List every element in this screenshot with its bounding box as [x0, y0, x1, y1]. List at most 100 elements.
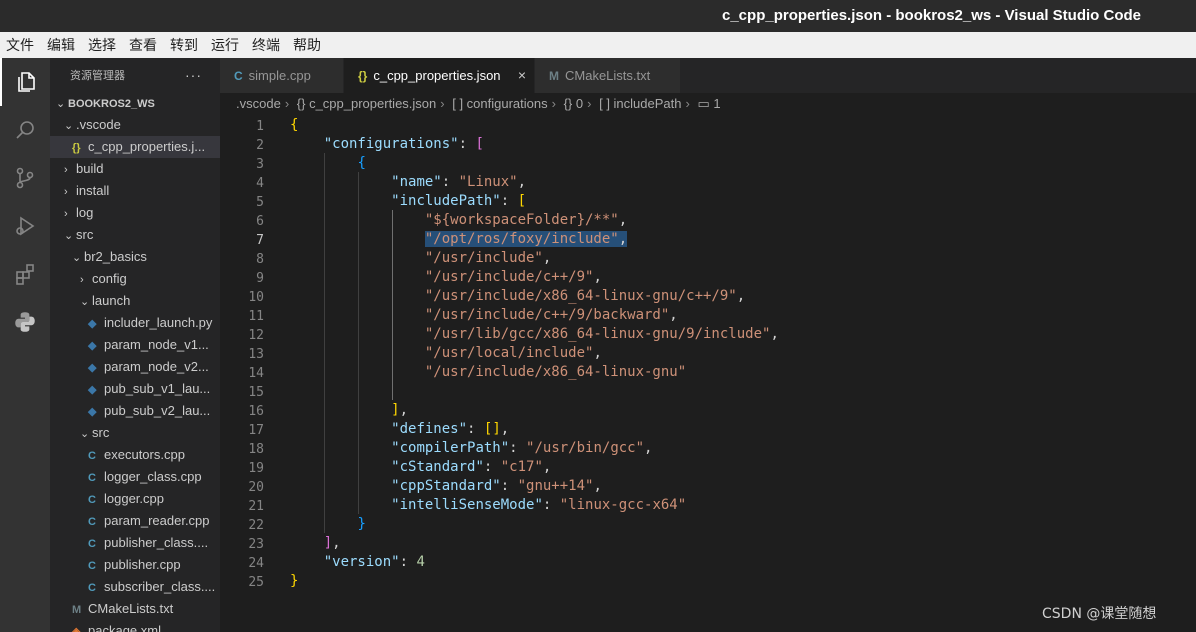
menu-view[interactable]: 查看 [129, 35, 157, 55]
code-line[interactable]: "/usr/include/c++/9/backward", [290, 306, 678, 325]
tree-folder[interactable]: ⌄ src [50, 422, 220, 444]
tab-simple-cpp[interactable]: Csimple.cpp [220, 58, 344, 93]
code-line[interactable]: "/usr/include", [290, 249, 551, 268]
breadcrumb-item[interactable]: [ ] includePath [599, 96, 681, 111]
line-number: 20 [248, 480, 264, 495]
tree-file[interactable]: Cpublisher.cpp [50, 554, 220, 576]
files-icon[interactable] [0, 58, 50, 106]
code-line[interactable]: } [290, 515, 365, 534]
code-line[interactable]: "/usr/lib/gcc/x86_64-linux-gnu/9/include… [290, 325, 779, 344]
line-number: 23 [248, 537, 264, 552]
tree-file[interactable]: ◈ package.xml [50, 620, 220, 632]
cmake-file-icon: M [549, 69, 559, 83]
source-control-icon[interactable] [0, 154, 50, 202]
tree-folder[interactable]: › config [50, 268, 220, 290]
code-line[interactable]: "/usr/local/include", [290, 344, 602, 363]
line-number: 5 [256, 195, 264, 210]
tree-file[interactable]: Clogger_class.cpp [50, 466, 220, 488]
line-number: 7 [256, 233, 264, 248]
tree-file[interactable]: M CMakeLists.txt [50, 598, 220, 620]
code-line[interactable]: "name": "Linux", [290, 173, 526, 192]
tree-item-label: .vscode [76, 117, 121, 132]
tab-cmakelists[interactable]: M CMakeLists.txt [535, 58, 681, 93]
breadcrumb: .vscode › {} c_cpp_properties.json › [ ] c… [236, 96, 721, 111]
py-file-icon: ◆ [88, 318, 97, 330]
tree-item-label: pub_sub_v1_lau... [104, 381, 211, 396]
tree-folder[interactable]: › log [50, 202, 220, 224]
run-debug-icon[interactable] [0, 202, 50, 250]
code-line[interactable]: ], [290, 401, 408, 420]
breadcrumb-item[interactable]: [ ] configurations [452, 96, 547, 111]
chevron-right-icon: › [64, 164, 68, 176]
code-line[interactable]: "configurations": [ [290, 135, 484, 154]
tree-file[interactable]: Cparam_reader.cpp [50, 510, 220, 532]
xml-file-icon: ◈ [72, 626, 81, 632]
menu-file[interactable]: 文件 [6, 35, 34, 55]
python-icon[interactable] [0, 298, 50, 346]
tree-file[interactable]: ◆ param_node_v2... [50, 356, 220, 378]
tree-folder[interactable]: ⌄ .vscode [50, 114, 220, 136]
tree-item-label: includer_launch.py [104, 315, 213, 330]
code-line[interactable]: "/usr/include/c++/9", [290, 268, 602, 287]
code-line[interactable]: "cppStandard": "gnu++14", [290, 477, 602, 496]
code-line[interactable]: "/usr/include/x86_64-linux-gnu/c++/9", [290, 287, 745, 306]
tab-c-cpp-properties[interactable]: {} c_cpp_properties.json × [344, 58, 535, 93]
tree-file[interactable]: Cpublisher_class.... [50, 532, 220, 554]
more-actions-icon[interactable]: ··· [185, 67, 202, 83]
tree-file[interactable]: Csubscriber_class.... [50, 576, 220, 598]
breadcrumb-item[interactable]: {} 0 [564, 96, 584, 111]
menu-selection[interactable]: 选择 [88, 35, 116, 55]
tree-file[interactable]: ◆ pub_sub_v1_lau... [50, 378, 220, 400]
extensions-icon[interactable] [0, 250, 50, 298]
breadcrumb-item[interactable]: ▭ 1 [697, 96, 720, 111]
code-line[interactable]: "version": 4 [290, 553, 425, 572]
menu-edit[interactable]: 编辑 [47, 35, 75, 55]
line-number: 10 [248, 290, 264, 305]
breadcrumb-item[interactable]: {} c_cpp_properties.json [297, 96, 436, 111]
code-line[interactable]: "compilerPath": "/usr/bin/gcc", [290, 439, 652, 458]
code-line[interactable]: { [290, 116, 298, 135]
menu-go[interactable]: 转到 [170, 35, 198, 55]
tree-file[interactable]: {} c_cpp_properties.j... [50, 136, 220, 158]
code-line[interactable]: ], [290, 534, 341, 553]
menu-help[interactable]: 帮助 [293, 35, 321, 55]
py-file-icon: ◆ [88, 406, 97, 418]
code-line[interactable]: "/usr/include/x86_64-linux-gnu" [290, 363, 686, 382]
tree-folder[interactable]: ⌄ launch [50, 290, 220, 312]
tree-item-label: build [76, 161, 104, 176]
workspace-root[interactable]: ⌄ BOOKROS2_WS [50, 92, 220, 114]
tree-folder[interactable]: ⌄ br2_basics [50, 246, 220, 268]
chevron-down-icon: ⌄ [64, 120, 74, 132]
code-line[interactable]: "defines": [], [290, 420, 509, 439]
tree-file[interactable]: Clogger.cpp [50, 488, 220, 510]
code-line[interactable]: { [290, 154, 365, 173]
tree-file[interactable]: Cexecutors.cpp [50, 444, 220, 466]
code-line[interactable]: "${workspaceFolder}/**", [290, 211, 627, 230]
tree-item-label: logger.cpp [104, 491, 164, 506]
code-line[interactable]: } [290, 572, 298, 591]
line-number: 25 [248, 575, 264, 590]
search-icon[interactable] [0, 106, 50, 154]
tree-file[interactable]: ◆ param_node_v1... [50, 334, 220, 356]
py-file-icon: ◆ [88, 340, 97, 352]
code-line[interactable]: "/opt/ros/foxy/include", [290, 230, 628, 249]
code-line[interactable]: "includePath": [ [290, 192, 526, 211]
line-number: 1 [256, 119, 264, 134]
tree-folder[interactable]: ⌄ src [50, 224, 220, 246]
tree-file[interactable]: ◆ includer_launch.py [50, 312, 220, 334]
tree-item-label: param_reader.cpp [104, 513, 210, 528]
menu-run[interactable]: 运行 [211, 35, 239, 55]
json-file-icon: {} [72, 142, 81, 154]
code-line[interactable]: "intelliSenseMode": "linux-gcc-x64" [290, 496, 686, 515]
tree-folder[interactable]: › install [50, 180, 220, 202]
tree-item-label: src [92, 425, 110, 440]
menu-terminal[interactable]: 终端 [252, 35, 280, 55]
tree-folder[interactable]: › build [50, 158, 220, 180]
breadcrumb-item[interactable]: .vscode [236, 96, 281, 111]
close-icon[interactable]: × [518, 58, 526, 93]
code-line[interactable]: "cStandard": "c17", [290, 458, 551, 477]
cmake-file-icon: M [72, 604, 82, 616]
json-file-icon: {} [358, 69, 368, 83]
tree-item-label: c_cpp_properties.j... [88, 139, 206, 154]
tree-file[interactable]: ◆ pub_sub_v2_lau... [50, 400, 220, 422]
